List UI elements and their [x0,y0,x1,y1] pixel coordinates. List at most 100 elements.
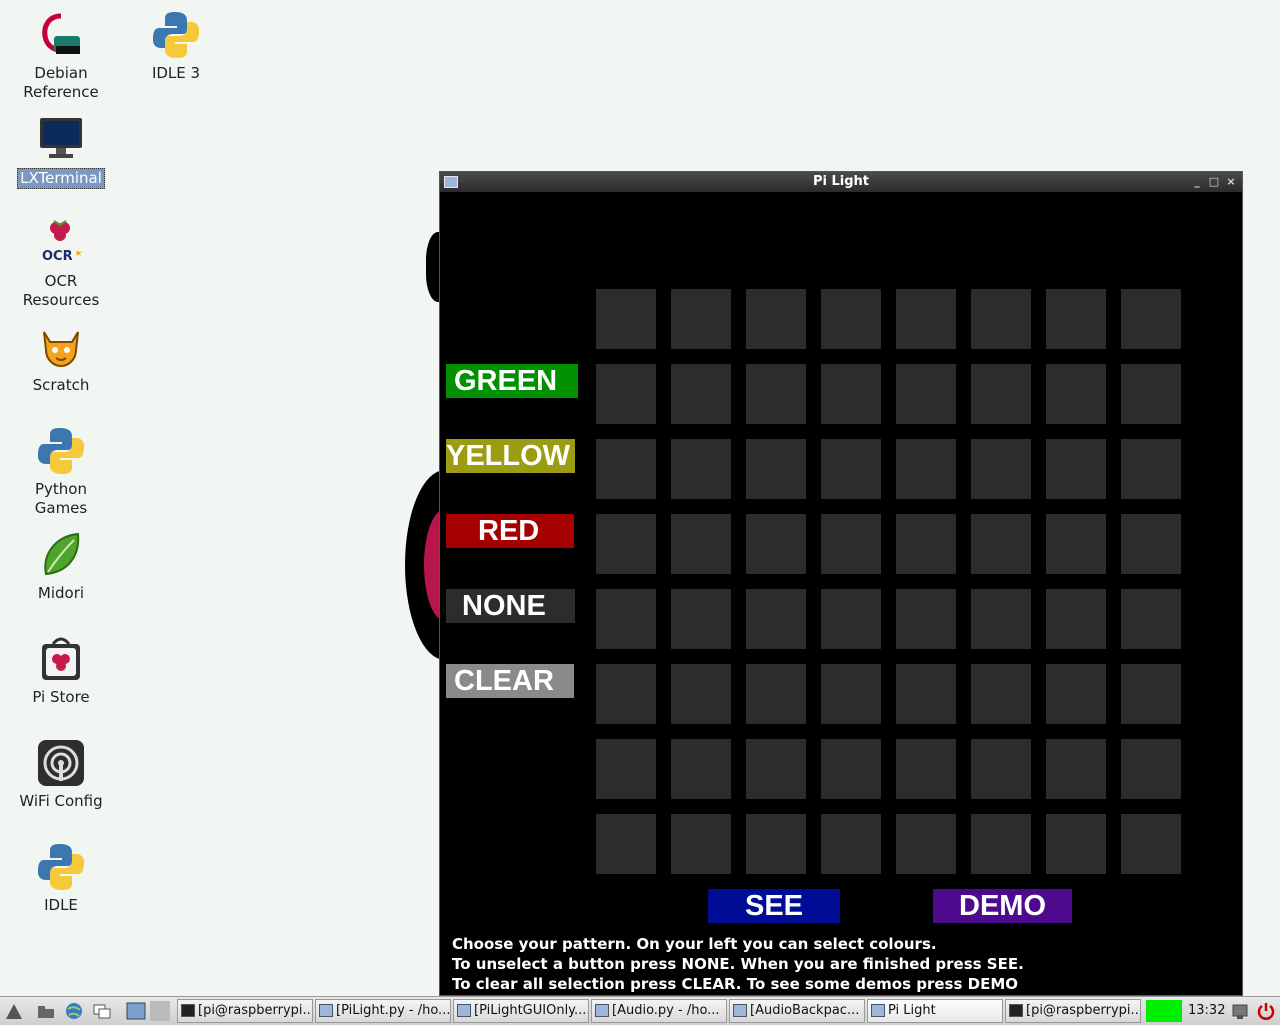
desktop-pager-icon[interactable] [126,1001,146,1021]
grid-cell-r6-c6[interactable] [971,664,1031,724]
grid-cell-r7-c6[interactable] [971,739,1031,799]
grid-cell-r2-c4[interactable] [821,364,881,424]
grid-cell-r8-c7[interactable] [1046,814,1106,874]
grid-cell-r8-c3[interactable] [746,814,806,874]
grid-cell-r5-c6[interactable] [971,589,1031,649]
grid-cell-r2-c8[interactable] [1121,364,1181,424]
grid-cell-r1-c4[interactable] [821,289,881,349]
grid-cell-r2-c7[interactable] [1046,364,1106,424]
desktop-pager-slot[interactable] [150,1001,170,1021]
grid-cell-r7-c2[interactable] [671,739,731,799]
grid-cell-r8-c5[interactable] [896,814,956,874]
grid-cell-r6-c3[interactable] [746,664,806,724]
taskbar-task[interactable]: [Audio.py - /ho... [591,999,727,1023]
green-button[interactable]: GREEN [446,364,578,398]
grid-cell-r3-c2[interactable] [671,439,731,499]
windows-switch-icon[interactable] [92,1001,112,1021]
see-button[interactable]: SEE [708,889,840,923]
desktop-icon-idle[interactable]: IDLE [13,842,109,915]
grid-cell-r7-c5[interactable] [896,739,956,799]
grid-cell-r1-c8[interactable] [1121,289,1181,349]
grid-cell-r4-c1[interactable] [596,514,656,574]
grid-cell-r5-c1[interactable] [596,589,656,649]
grid-cell-r4-c6[interactable] [971,514,1031,574]
grid-cell-r7-c7[interactable] [1046,739,1106,799]
clear-button[interactable]: CLEAR [446,664,574,698]
grid-cell-r2-c2[interactable] [671,364,731,424]
none-button[interactable]: NONE [446,589,575,623]
grid-cell-r3-c3[interactable] [746,439,806,499]
desktop-icon-debian-reference[interactable]: Debian Reference [13,10,109,102]
grid-cell-r6-c1[interactable] [596,664,656,724]
grid-cell-r6-c2[interactable] [671,664,731,724]
grid-cell-r1-c2[interactable] [671,289,731,349]
grid-cell-r4-c2[interactable] [671,514,731,574]
grid-cell-r6-c5[interactable] [896,664,956,724]
desktop-icon-midori[interactable]: Midori [13,530,109,603]
desktop-icon-lxterminal[interactable]: LXTerminal [13,114,109,189]
grid-cell-r7-c4[interactable] [821,739,881,799]
grid-cell-r1-c6[interactable] [971,289,1031,349]
grid-cell-r4-c8[interactable] [1121,514,1181,574]
file-manager-icon[interactable] [36,1001,56,1021]
grid-cell-r3-c4[interactable] [821,439,881,499]
close-button[interactable]: × [1224,172,1238,192]
grid-cell-r1-c7[interactable] [1046,289,1106,349]
grid-cell-r6-c4[interactable] [821,664,881,724]
grid-cell-r2-c5[interactable] [896,364,956,424]
grid-cell-r5-c8[interactable] [1121,589,1181,649]
browser-globe-icon[interactable] [64,1001,84,1021]
grid-cell-r8-c1[interactable] [596,814,656,874]
desktop-icon-python-games[interactable]: Python Games [13,426,109,518]
desktop-icon-ocr-resources[interactable]: OCR OCR Resources [13,218,109,310]
menu-icon[interactable] [4,1001,24,1021]
grid-cell-r8-c4[interactable] [821,814,881,874]
taskbar-task[interactable]: [AudioBackpac... [729,999,865,1023]
grid-cell-r2-c6[interactable] [971,364,1031,424]
minimize-button[interactable]: _ [1190,172,1204,192]
grid-cell-r5-c5[interactable] [896,589,956,649]
lock-screen-icon[interactable] [1230,1001,1250,1021]
grid-cell-r3-c7[interactable] [1046,439,1106,499]
grid-cell-r1-c3[interactable] [746,289,806,349]
grid-cell-r2-c3[interactable] [746,364,806,424]
grid-cell-r7-c3[interactable] [746,739,806,799]
grid-cell-r3-c6[interactable] [971,439,1031,499]
grid-cell-r2-c1[interactable] [596,364,656,424]
grid-cell-r4-c3[interactable] [746,514,806,574]
power-icon[interactable] [1256,1001,1276,1021]
grid-cell-r4-c4[interactable] [821,514,881,574]
yellow-button[interactable]: YELLOW [446,439,575,473]
grid-cell-r8-c8[interactable] [1121,814,1181,874]
taskbar-task[interactable]: [pi@raspberrypi... [177,999,313,1023]
grid-cell-r4-c7[interactable] [1046,514,1106,574]
grid-cell-r8-c2[interactable] [671,814,731,874]
red-button[interactable]: RED [446,514,574,548]
desktop-icon-scratch[interactable]: Scratch [13,322,109,395]
grid-cell-r7-c8[interactable] [1121,739,1181,799]
demo-button[interactable]: DEMO [933,889,1072,923]
grid-cell-r1-c5[interactable] [896,289,956,349]
grid-cell-r8-c6[interactable] [971,814,1031,874]
grid-cell-r7-c1[interactable] [596,739,656,799]
maximize-button[interactable]: □ [1207,172,1221,192]
window-titlebar[interactable]: Pi Light _ □ × [440,172,1242,192]
taskbar-task[interactable]: [PiLight.py - /ho... [315,999,451,1023]
grid-cell-r3-c1[interactable] [596,439,656,499]
desktop-icon-pi-store[interactable]: Pi Store [13,634,109,707]
grid-cell-r5-c7[interactable] [1046,589,1106,649]
taskbar-task-active[interactable]: Pi Light [867,999,1003,1023]
grid-cell-r6-c8[interactable] [1121,664,1181,724]
grid-cell-r3-c8[interactable] [1121,439,1181,499]
grid-cell-r3-c5[interactable] [896,439,956,499]
grid-cell-r5-c2[interactable] [671,589,731,649]
desktop-icon-wifi-config[interactable]: WiFi Config [13,738,109,811]
taskbar-task[interactable]: [PiLightGUIOnly.... [453,999,589,1023]
clock[interactable]: 13:32 [1188,997,1225,1025]
grid-cell-r6-c7[interactable] [1046,664,1106,724]
desktop-icon-idle3[interactable]: IDLE 3 [128,10,224,83]
grid-cell-r1-c1[interactable] [596,289,656,349]
grid-cell-r4-c5[interactable] [896,514,956,574]
grid-cell-r5-c3[interactable] [746,589,806,649]
grid-cell-r5-c4[interactable] [821,589,881,649]
